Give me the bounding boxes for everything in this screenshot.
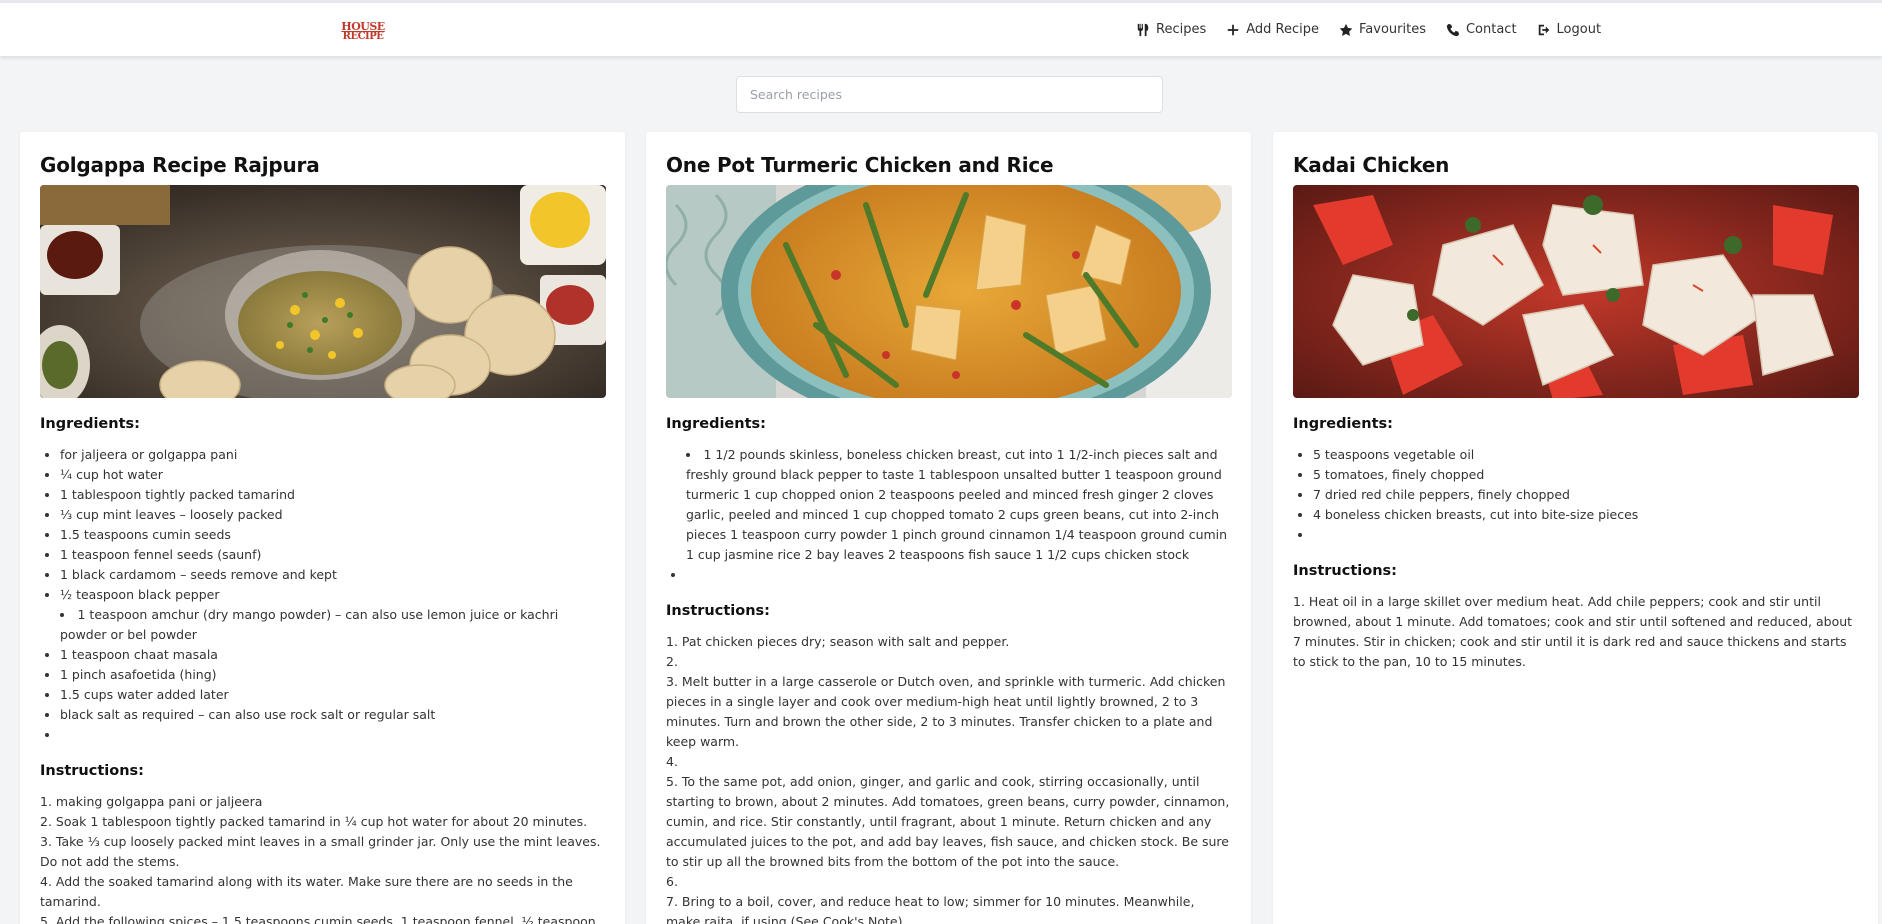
list-item: ½ teaspoon black pepper — [60, 585, 605, 605]
nav-logout-label: Logout — [1556, 22, 1602, 37]
list-item: ¼ cup hot water — [60, 465, 605, 485]
ingredients-heading: Ingredients: — [1293, 416, 1393, 432]
instruction-step: 3. Take ⅓ cup loosely packed mint leaves… — [40, 834, 601, 869]
logo-text-line2: RECIPE — [342, 30, 384, 42]
instructions-heading: Instructions: — [1293, 563, 1397, 579]
nav-recipes-label: Recipes — [1156, 22, 1207, 37]
list-item — [686, 565, 1231, 585]
search-bar — [736, 76, 1163, 113]
nav-recipes[interactable]: Recipes — [1136, 22, 1206, 37]
search-input[interactable] — [736, 76, 1163, 113]
instruction-step: 1. Heat oil in a large skillet over medi… — [1293, 594, 1853, 669]
instructions-heading: Instructions: — [666, 603, 770, 619]
instructions-heading: Instructions: — [40, 763, 144, 779]
list-item: 1 tablespoon tightly packed tamarind — [60, 485, 605, 505]
list-item: 1 teaspoon chaat masala — [60, 645, 605, 665]
recipe-title[interactable]: Golgappa Recipe Rajpura — [40, 152, 605, 178]
logout-icon — [1538, 24, 1549, 35]
list-item: 1.5 teaspoons cumin seeds — [60, 525, 605, 545]
logo-text-line1: HOUSE — [341, 19, 385, 33]
nav-logout[interactable]: Logout — [1537, 22, 1602, 37]
instruction-step: 4. — [666, 754, 678, 769]
ingredients-heading: Ingredients: — [40, 416, 140, 432]
instructions-list: 1. making golgappa pani or jaljeera 2. S… — [40, 792, 605, 924]
recipe-title[interactable]: Kadai Chicken — [1293, 152, 1858, 178]
top-navbar: HOUSE RECIPE Recipes Add Recipe Favourit… — [0, 0, 1882, 56]
instruction-step: 2. Soak 1 tablespoon tightly packed tama… — [40, 814, 588, 829]
ingredients-list: 5 teaspoons vegetable oil 5 tomatoes, fi… — [1293, 445, 1858, 545]
list-item: 5 tomatoes, finely chopped — [1313, 465, 1858, 485]
nav-contact-label: Contact — [1465, 22, 1517, 37]
ingredients-heading: Ingredients: — [666, 416, 766, 432]
house-recipe-logo[interactable]: HOUSE RECIPE — [341, 17, 385, 45]
recipe-card[interactable]: Kadai Chicken Ingredients: 5 teaspoons v… — [1273, 132, 1878, 924]
nav-links: Recipes Add Recipe Favourites Contact Lo… — [1136, 22, 1601, 37]
phone-icon — [1446, 23, 1460, 36]
instruction-step: 6. — [666, 874, 678, 889]
instruction-step: 3. Melt butter in a large casserole or D… — [666, 674, 1226, 749]
instruction-step: 4. Add the soaked tamarind along with it… — [40, 874, 573, 909]
turmeric-rice-photo[interactable] — [666, 185, 1232, 398]
list-item: for jaljeera or golgappa pani — [60, 445, 605, 465]
instructions-list: 1. Pat chicken pieces dry; season with s… — [666, 632, 1231, 924]
nav-favourites[interactable]: Favourites — [1339, 22, 1426, 37]
nav-favourites-label: Favourites — [1359, 22, 1426, 37]
list-item: ⅓ cup mint leaves – loosely packed — [60, 505, 605, 525]
nav-add-recipe[interactable]: Add Recipe — [1226, 22, 1319, 37]
recipe-card[interactable]: One Pot Turmeric Chicken and Rice Ingred… — [646, 132, 1251, 924]
list-item — [60, 725, 605, 745]
instruction-step: 7. Bring to a boil, cover, and reduce he… — [666, 894, 1195, 924]
list-item: 5 teaspoons vegetable oil — [1313, 445, 1858, 465]
list-item: 4 boneless chicken breasts, cut into bit… — [1313, 505, 1858, 525]
list-item: 1 1/2 pounds skinless, boneless chicken … — [666, 445, 1231, 565]
list-item: 1 pinch asafoetida (hing) — [60, 665, 605, 685]
instruction-step: 2. — [666, 654, 678, 669]
instructions-list: 1. Heat oil in a large skillet over medi… — [1293, 592, 1858, 672]
instruction-step: 1. Pat chicken pieces dry; season with s… — [666, 634, 1010, 649]
golgappa-photo[interactable] — [40, 185, 606, 398]
list-item: 1.5 cups water added later — [60, 685, 605, 705]
recipe-card[interactable]: Golgappa Recipe Rajpura Ingredients: • f… — [20, 132, 625, 924]
ingredients-list: 1 1/2 pounds skinless, boneless chicken … — [666, 445, 1231, 585]
recipe-title[interactable]: One Pot Turmeric Chicken and Rice — [666, 152, 1231, 178]
kadai-chicken-photo[interactable] — [1293, 185, 1859, 398]
list-item: 1 teaspoon fennel seeds (saunf) — [60, 545, 605, 565]
ingredients-list: for jaljeera or golgappa pani ¼ cup hot … — [40, 445, 605, 745]
instruction-step: 5. To the same pot, add onion, ginger, a… — [666, 774, 1230, 869]
nav-contact[interactable]: Contact — [1446, 22, 1517, 37]
list-item — [1313, 525, 1858, 545]
instruction-step: 5. Add the following spices – 1.5 teaspo… — [40, 914, 596, 924]
star-icon — [1339, 23, 1353, 36]
list-item: black salt as required – can also use ro… — [60, 705, 605, 725]
utensils-icon — [1137, 23, 1149, 36]
list-item: 1 teaspoon amchur (dry mango powder) – c… — [40, 605, 605, 645]
instruction-step: 1. making golgappa pani or jaljeera — [40, 794, 263, 809]
nav-add-recipe-label: Add Recipe — [1246, 22, 1319, 37]
list-item: 7 dried red chile peppers, finely choppe… — [1313, 485, 1858, 505]
plus-icon — [1227, 24, 1239, 35]
list-item: 1 black cardamom – seeds remove and kept — [60, 565, 605, 585]
